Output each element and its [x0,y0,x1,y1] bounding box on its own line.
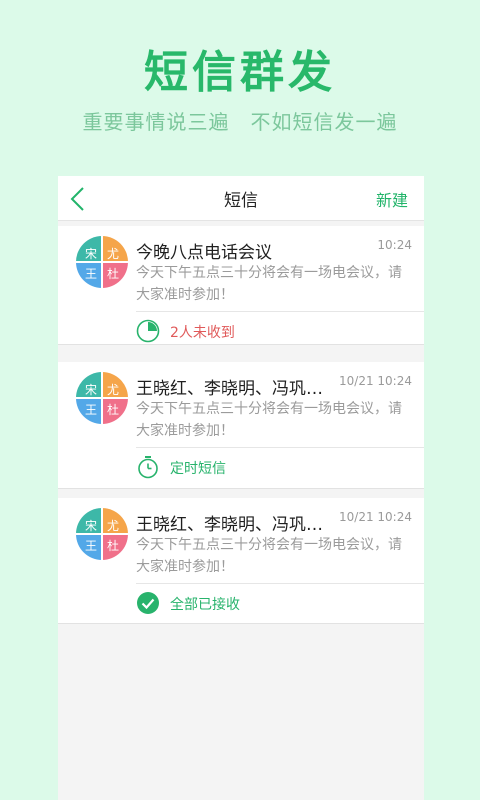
nav-title: 短信 [224,191,258,211]
message-card[interactable]: 宋 尤 王 杜 今晚八点电话会议 10:24 今天下午五点三十分将会有一场电会议… [58,226,424,345]
group-avatar: 宋 尤 王 杜 [76,236,128,288]
svg-text:尤: 尤 [107,519,119,533]
divider [136,311,424,312]
svg-text:尤: 尤 [107,383,119,397]
check-circle-icon [137,592,159,614]
svg-text:杜: 杜 [107,266,119,281]
nav-bar: 短信 新建 [58,176,424,221]
message-time: 10/21 10:24 [339,510,412,524]
svg-text:杜: 杜 [107,538,119,553]
svg-text:宋: 宋 [85,246,97,261]
message-time: 10/21 10:24 [339,374,412,388]
svg-text:宋: 宋 [85,518,97,533]
divider [136,583,424,584]
svg-text:王: 王 [85,403,97,417]
phone-screen: 短信 新建 宋 尤 王 杜 今晚八点电话会议 10:24 今天下午五点三十分将会… [58,176,424,800]
group-avatar: 宋 尤 王 杜 [76,372,128,424]
message-preview: 今天下午五点三十分将会有一场电会议，请大家准时参加！ [136,401,402,439]
svg-text:宋: 宋 [85,382,97,397]
message-title: 今晚八点电话会议 [136,243,272,263]
message-title: 王晓红、李晓明、冯巩… [136,515,323,535]
status-text: 2人未收到 [170,325,235,341]
group-avatar: 宋 尤 王 杜 [76,508,128,560]
svg-text:尤: 尤 [107,247,119,261]
hero-subtitle: 重要事情说三遍 不如短信发一遍 [82,110,398,134]
status-text: 定时短信 [170,461,226,477]
message-card[interactable]: 宋 尤 王 杜 王晓红、李晓明、冯巩… 10/21 10:24 今天下午五点三十… [58,362,424,489]
message-preview: 今天下午五点三十分将会有一场电会议，请大家准时参加！ [136,537,402,575]
message-preview: 今天下午五点三十分将会有一场电会议，请大家准时参加！ [136,265,402,303]
message-title: 王晓红、李晓明、冯巩… [136,379,323,399]
pie-progress-icon [136,319,160,343]
status-text: 全部已接收 [170,597,240,613]
new-button[interactable]: 新建 [376,187,408,211]
divider [136,447,424,448]
svg-text:王: 王 [85,539,97,553]
message-time: 10:24 [377,238,412,252]
svg-text:王: 王 [85,267,97,281]
hero-title: 短信群发 [144,47,336,98]
svg-text:杜: 杜 [107,402,119,417]
stopwatch-icon [138,456,158,479]
message-card[interactable]: 宋 尤 王 杜 王晓红、李晓明、冯巩… 10/21 10:24 今天下午五点三十… [58,498,424,624]
